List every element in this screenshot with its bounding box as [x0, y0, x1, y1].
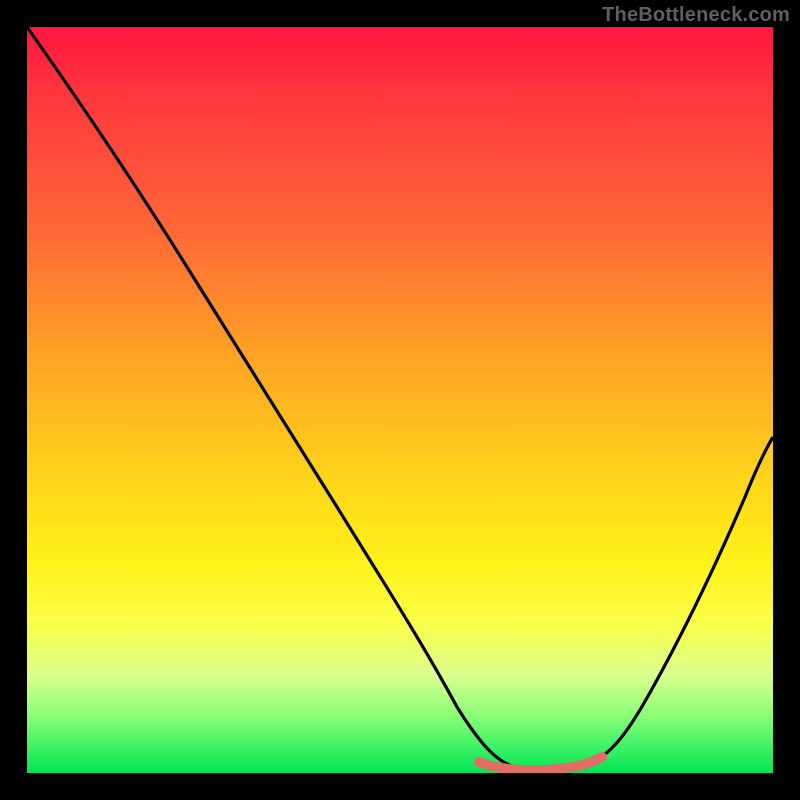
curve-path: [27, 27, 773, 771]
flat-segment-path: [479, 757, 602, 770]
flat-segment: [27, 27, 773, 773]
chart-frame: TheBottleneck.com: [0, 0, 800, 800]
plot-area: [27, 27, 773, 773]
bottleneck-curve: [27, 27, 773, 773]
watermark-text: TheBottleneck.com: [602, 4, 790, 27]
